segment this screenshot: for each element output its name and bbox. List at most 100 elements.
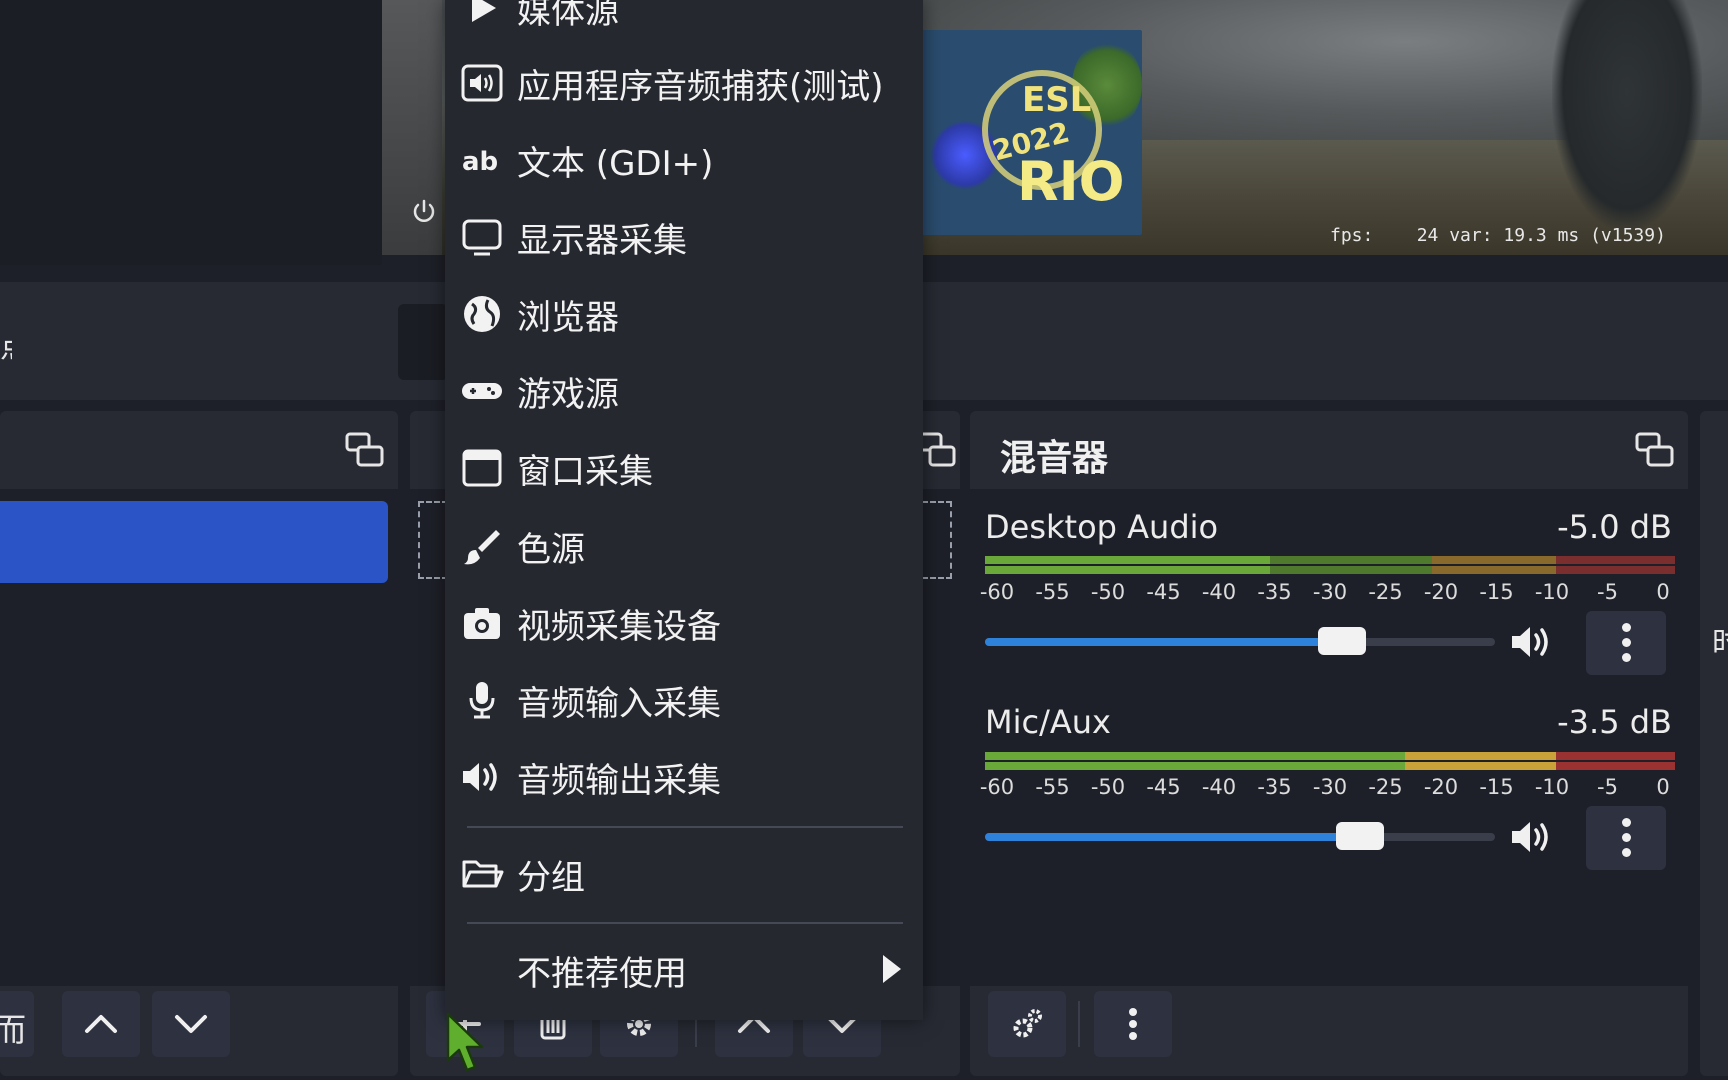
- undock-icon[interactable]: [344, 429, 386, 471]
- meter-scale-mic-aux: -60 -55 -50 -45 -40 -35 -30 -25 -20 -15 -10 -5 0: [980, 775, 1675, 805]
- chevron-down-icon: [175, 1015, 207, 1033]
- meter-bar-red-2: [1556, 762, 1675, 770]
- meter-scale-tick: -5: [1597, 580, 1618, 604]
- meter-scale-tick: -55: [1035, 580, 1070, 604]
- gamepad-icon: [462, 383, 502, 399]
- scene-move-up-button[interactable]: [62, 991, 140, 1057]
- meter-scale-tick: -25: [1368, 775, 1403, 799]
- microphone-icon: [469, 682, 495, 719]
- channel-menu-button-mic-aux[interactable]: [1586, 806, 1666, 870]
- play-icon: [472, 0, 496, 22]
- volume-slider-desktop-audio[interactable]: [985, 627, 1495, 655]
- source-item-outline-left[interactable]: [418, 501, 448, 579]
- scenes-dock-header: [0, 411, 398, 489]
- menu-item-browser[interactable]: 浏览器: [445, 278, 923, 348]
- meter-scale-tick: -25: [1368, 580, 1403, 604]
- mixer-menu-button[interactable]: [1094, 991, 1172, 1057]
- meter-bar-green-dim: [1270, 556, 1432, 564]
- window-icon: [462, 449, 502, 487]
- scene-partial-button-label: 而: [0, 1011, 27, 1049]
- meter-bar-red: [1556, 556, 1675, 564]
- monitor-icon: [462, 219, 502, 256]
- menu-item-window-capture[interactable]: 窗口采集: [445, 432, 923, 502]
- menu-item-label: 游戏源: [517, 375, 619, 415]
- menu-item-label: 音频输入采集: [517, 684, 721, 724]
- scene-item-selected[interactable]: [0, 501, 388, 583]
- menu-separator: [467, 826, 903, 828]
- menu-item-app-audio-capture[interactable]: 应用程序音频捕获(测试): [445, 47, 923, 117]
- channel-name-mic-aux: Mic/Aux: [985, 703, 1111, 741]
- meter-bar-green: [985, 556, 1270, 564]
- kebab-dot: [1622, 653, 1631, 662]
- volume-meter-desktop-audio: [985, 556, 1675, 576]
- menu-item-label: 音频输出采集: [517, 761, 721, 801]
- kebab-dot: [1622, 638, 1631, 647]
- meter-bar-green-2: [985, 566, 1270, 574]
- kebab-dot: [1622, 848, 1631, 857]
- submenu-arrow-icon: [883, 955, 901, 983]
- menu-item-label: 分组: [517, 858, 585, 898]
- undock-icon[interactable]: [1634, 429, 1676, 471]
- channel-menu-button-desktop-audio[interactable]: [1586, 611, 1666, 675]
- meter-bar-yellow-2: [1405, 762, 1556, 770]
- menu-item-text-gdi[interactable]: ab 文本 (GDI+): [445, 124, 923, 194]
- kebab-dot: [1622, 833, 1631, 842]
- menu-item-label: 显示器采集: [517, 221, 687, 261]
- scene-partial-button[interactable]: 而: [0, 991, 34, 1057]
- menu-item-label: 色源: [517, 530, 585, 570]
- meter-scale-tick: -5: [1597, 775, 1618, 799]
- advanced-audio-properties-button[interactable]: [988, 991, 1066, 1057]
- logo-brand-text: ESL: [1022, 80, 1092, 120]
- menu-item-game-capture[interactable]: 游戏源: [445, 355, 923, 425]
- menu-item-audio-input-capture[interactable]: 音频输入采集: [445, 664, 923, 734]
- camera-icon: [464, 608, 500, 639]
- menu-item-label: 应用程序音频捕获(测试): [517, 67, 884, 107]
- source-item-outline-right[interactable]: [922, 501, 952, 579]
- chevron-up-icon: [85, 1015, 117, 1033]
- brush-icon: [464, 530, 500, 565]
- transitions-partial-label: 时: [1712, 626, 1728, 661]
- app-audio-icon: [461, 64, 503, 102]
- scene-move-down-button[interactable]: [152, 991, 230, 1057]
- menu-item-group[interactable]: 分组: [445, 838, 923, 908]
- menu-item-deprecated[interactable]: 不推荐使用: [445, 934, 923, 1004]
- menu-item-label: 浏览器: [517, 298, 619, 338]
- speaker-icon[interactable]: [1508, 815, 1556, 859]
- channel-name-desktop-audio: Desktop Audio: [985, 508, 1219, 546]
- menu-item-label: 文本 (GDI+): [517, 144, 714, 184]
- meter-bar-yellow: [1405, 752, 1556, 760]
- toolbar-button[interactable]: [398, 304, 448, 380]
- toolbar-separator: [1078, 1001, 1080, 1047]
- meter-scale-tick: -20: [1423, 775, 1459, 799]
- speaker-icon[interactable]: [1508, 620, 1556, 664]
- meter-scale-tick: -45: [1146, 775, 1181, 799]
- meter-scale-tick: -60: [979, 580, 1015, 604]
- text-ab-icon: ab: [462, 147, 498, 177]
- meter-scale-tick: -60: [979, 775, 1015, 799]
- menu-item-audio-output-capture[interactable]: 音频输出采集: [445, 741, 923, 811]
- slider-thumb[interactable]: [1317, 627, 1366, 655]
- menu-item-label: 窗口采集: [517, 452, 653, 492]
- meter-bar-green-2: [985, 762, 1405, 770]
- kebab-dot: [1622, 623, 1631, 632]
- menu-item-display-capture[interactable]: 显示器采集: [445, 201, 923, 271]
- meter-scale-tick: 0: [1656, 580, 1670, 604]
- fps-stats-text: fps: 24 var: 19.3 ms (v1539): [1330, 225, 1666, 246]
- meter-scale-tick: -15: [1479, 580, 1514, 604]
- meter-scale-tick: -50: [1090, 580, 1126, 604]
- meter-bar-green-dim-2: [1270, 566, 1432, 574]
- power-icon[interactable]: [410, 198, 438, 226]
- menu-item-video-capture-device[interactable]: 视频采集设备: [445, 587, 923, 657]
- transitions-dock: [1700, 411, 1728, 1076]
- folder-icon: [462, 860, 504, 888]
- esl-rio-logo: ESL 2022 RIO: [922, 30, 1142, 235]
- kebab-menu-icon: [1129, 1008, 1137, 1040]
- volume-slider-mic-aux[interactable]: [985, 822, 1495, 850]
- mouse-cursor-icon: [444, 1012, 486, 1074]
- meter-bar-red-2: [1556, 566, 1675, 574]
- svg-text:ab: ab: [462, 147, 498, 177]
- slider-thumb[interactable]: [1336, 822, 1385, 850]
- meter-scale-tick: -15: [1479, 775, 1514, 799]
- menu-item-media-source[interactable]: 媒体源: [445, 0, 923, 42]
- menu-item-color-source[interactable]: 色源: [445, 510, 923, 580]
